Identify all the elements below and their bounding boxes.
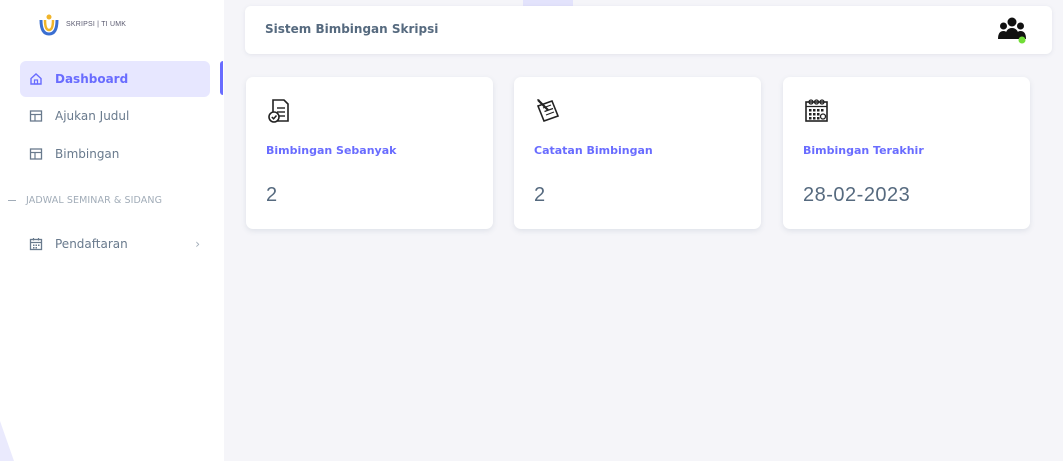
card-value: 2 <box>534 184 546 206</box>
online-status-dot <box>1018 36 1026 44</box>
sidebar-item-label: Bimbingan <box>55 147 120 161</box>
layout-icon <box>29 109 43 123</box>
sidebar-item-label: Pendaftaran <box>55 237 128 251</box>
header-dash <box>8 200 16 201</box>
top-navbar: Sistem Bimbingan Skripsi <box>245 6 1052 54</box>
university-logo-icon <box>39 14 59 36</box>
card-label: Catatan Bimbingan <box>534 144 653 157</box>
card-label: Bimbingan Sebanyak <box>266 144 397 157</box>
menu-section-header: JADWAL SEMINAR & SIDANG <box>8 195 162 206</box>
card-value: 2 <box>266 184 278 206</box>
sidebar-item-ajukan-judul[interactable]: Ajukan Judul <box>20 98 210 134</box>
brand-text: SKRIPSI | TI UMK <box>66 20 127 28</box>
sidebar-item-label: Dashboard <box>55 72 129 86</box>
document-check-icon <box>266 97 294 125</box>
sidebar-item-dashboard[interactable]: Dashboard <box>20 61 210 97</box>
brand-logo[interactable]: SKRIPSI | TI UMK <box>38 12 126 36</box>
decoration-shape <box>0 421 14 461</box>
home-icon <box>29 72 43 86</box>
notes-pencil-icon <box>534 97 562 125</box>
calendar-icon <box>29 237 43 251</box>
sidebar-item-pendaftaran[interactable]: Pendaftaran › <box>20 226 210 262</box>
stat-card-bimbingan-terakhir: Bimbingan Terakhir 28-02-2023 <box>783 77 1030 229</box>
calendar-grid-icon <box>803 97 831 125</box>
sidebar-item-label: Ajukan Judul <box>55 109 130 123</box>
card-value: 28-02-2023 <box>803 184 911 206</box>
card-label: Bimbingan Terakhir <box>803 144 924 157</box>
users-icon[interactable] <box>998 15 1026 49</box>
page-title: Sistem Bimbingan Skripsi <box>265 22 439 36</box>
stat-card-bimbingan-sebanyak: Bimbingan Sebanyak 2 <box>246 77 493 229</box>
section-header-label: JADWAL SEMINAR & SIDANG <box>26 195 163 206</box>
chevron-right-icon: › <box>195 237 200 251</box>
sidebar-item-bimbingan[interactable]: Bimbingan <box>20 136 210 172</box>
layout-icon <box>29 147 43 161</box>
sidebar: SKRIPSI | TI UMK Dashboard Ajukan Judul … <box>0 0 224 461</box>
active-indicator <box>220 61 223 95</box>
stat-card-catatan-bimbingan: Catatan Bimbingan 2 <box>514 77 761 229</box>
